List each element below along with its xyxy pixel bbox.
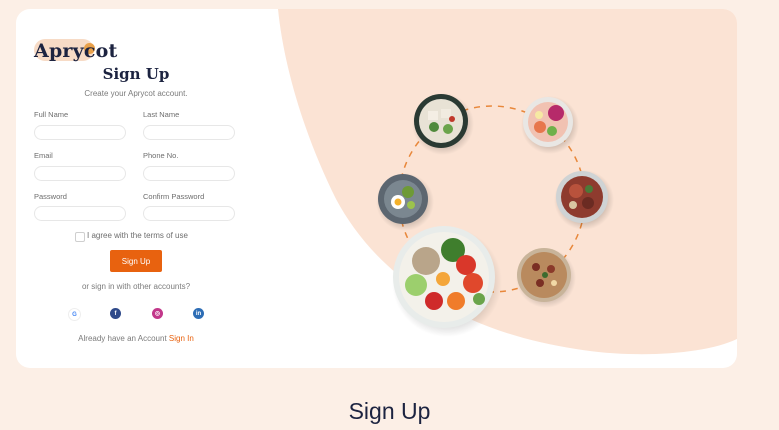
terms-label[interactable]: I agree with the terms of use bbox=[87, 231, 188, 240]
page-subtitle: Create your Aprycot account. bbox=[84, 89, 188, 98]
phone-input[interactable] bbox=[143, 166, 235, 181]
email-label: Email bbox=[34, 151, 53, 160]
terms-checkbox[interactable] bbox=[75, 232, 85, 242]
facebook-icon[interactable]: f bbox=[110, 308, 121, 319]
password-label: Password bbox=[34, 192, 67, 201]
google-icon[interactable]: G bbox=[68, 308, 81, 321]
password-input[interactable] bbox=[34, 206, 126, 221]
sign-up-button[interactable]: Sign Up bbox=[110, 250, 162, 272]
confirm-password-label: Confirm Password bbox=[143, 192, 205, 201]
brand-logo: Aprycot bbox=[34, 40, 118, 62]
plate-pizza bbox=[516, 248, 576, 308]
full-name-input[interactable] bbox=[34, 125, 126, 140]
last-name-input[interactable] bbox=[143, 125, 235, 140]
caption-title: Sign Up bbox=[348, 398, 431, 424]
confirm-password-input[interactable] bbox=[143, 206, 235, 221]
signup-card: Aprycot Sign Up Create your Aprycot acco… bbox=[16, 9, 737, 368]
plate-poke-bowl bbox=[521, 96, 579, 154]
already-account-label: Already have an Account bbox=[78, 334, 167, 343]
plate-meat-dish bbox=[554, 170, 614, 230]
phone-label: Phone No. bbox=[143, 151, 179, 160]
instagram-icon[interactable]: ◎ bbox=[152, 308, 163, 319]
already-account-text: Already have an Account Sign In bbox=[16, 334, 256, 343]
email-input[interactable] bbox=[34, 166, 126, 181]
food-illustration bbox=[376, 93, 614, 337]
plate-grain-bowl bbox=[392, 226, 502, 337]
plate-salad-tofu bbox=[412, 93, 474, 155]
alt-signin-text: or sign in with other accounts? bbox=[81, 282, 191, 291]
full-name-label: Full Name bbox=[34, 110, 69, 119]
page-title: Sign Up bbox=[102, 65, 170, 83]
sign-in-link[interactable]: Sign In bbox=[169, 334, 194, 343]
last-name-label: Last Name bbox=[143, 110, 180, 119]
plate-egg-avocado bbox=[376, 173, 434, 231]
linkedin-icon[interactable]: in bbox=[193, 308, 204, 319]
